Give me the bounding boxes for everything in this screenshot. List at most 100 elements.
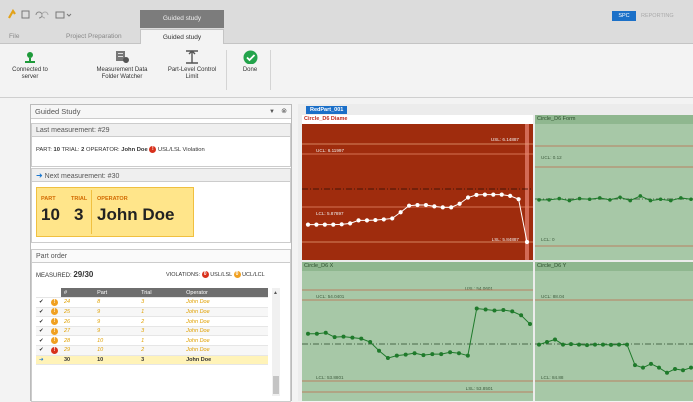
table-cell: 8 — [94, 297, 139, 308]
contextual-tab-header: Guided study — [140, 10, 224, 28]
part-order-table: # Part Trial Operator ✔! 24 8 3 John Doe ✔! 25… — [36, 288, 268, 366]
data-point — [331, 222, 336, 227]
table-cell: 29 — [61, 345, 95, 356]
violation-alert-icon: ! — [48, 345, 61, 356]
table-cell: 28 — [61, 335, 95, 347]
data-point — [314, 222, 319, 227]
data-point — [483, 307, 488, 312]
data-point — [577, 342, 581, 347]
data-point — [638, 194, 643, 198]
table-row[interactable]: ✔! 26 9 2 John Doe — [36, 316, 268, 327]
panel-title: Guided Study — [35, 107, 81, 116]
tab-guided-study[interactable]: Guided study — [140, 29, 224, 45]
data-point — [377, 348, 382, 353]
table-cell: 1 — [138, 307, 184, 318]
col-operator-header[interactable]: Operator — [183, 288, 268, 299]
table-row[interactable]: ✔! 25 9 1 John Doe — [36, 307, 268, 318]
table-row[interactable]: ✔! 28 10 1 John Doe — [36, 335, 268, 347]
data-point — [381, 217, 386, 222]
violations-summary: VIOLATIONS: 0 USL/LSL 0 UCL/LCL — [166, 271, 265, 278]
save-icon — [21, 10, 30, 19]
data-point — [390, 216, 395, 221]
col-part-header[interactable]: Part — [94, 288, 139, 299]
data-point — [474, 306, 479, 311]
reporting-button[interactable]: REPORTING — [641, 11, 674, 21]
customize-icon — [55, 11, 65, 19]
data-point — [577, 196, 582, 201]
data-point — [689, 365, 693, 370]
check-icon: ✔ — [36, 335, 48, 347]
pin-icon[interactable]: ⊗ — [281, 105, 287, 119]
ribbon: Connected to server Measurement Data Fol… — [0, 44, 693, 98]
col-trial-header[interactable]: Trial — [138, 288, 184, 299]
table-cell: 25 — [61, 307, 95, 318]
table-row[interactable]: ✔! 27 9 3 John Doe — [36, 326, 268, 337]
series-line — [308, 307, 531, 359]
table-cell: 3 — [138, 297, 184, 308]
data-point — [465, 353, 470, 358]
chevron-down-icon — [66, 13, 72, 17]
collapse-chevron-icon[interactable]: ▼ — [269, 105, 275, 119]
data-point — [625, 342, 629, 347]
folder-watcher-button[interactable]: Measurement Data Folder Watcher — [90, 50, 154, 81]
table-cell: 10 — [94, 335, 139, 347]
table-cell: 10 — [94, 355, 139, 366]
check-icon: ✔ — [36, 297, 48, 308]
trial-key: TRIAL: — [61, 147, 80, 154]
chart-panel-diameter[interactable]: Circle_D6 Diame USL: 6.14887 UCL: 6.1199… — [302, 115, 533, 260]
scroll-up-icon[interactable]: ▲ — [273, 290, 278, 296]
arrow-right-icon: ➜ — [36, 171, 43, 180]
chart-panel-x[interactable]: Circle_D6 X USL: 54.0601 UCL: 54.0401 LC… — [302, 262, 533, 401]
part-value: 10 — [53, 147, 60, 154]
data-point — [681, 368, 685, 373]
data-point — [430, 352, 435, 357]
data-point — [341, 334, 346, 339]
data-point — [569, 342, 573, 347]
spc-button[interactable]: SPC — [612, 11, 636, 21]
scrollbar-thumb[interactable] — [273, 376, 279, 394]
data-point — [641, 365, 645, 370]
data-point — [305, 222, 311, 227]
data-point — [439, 352, 444, 357]
connected-to-server-button[interactable]: Connected to server — [10, 50, 50, 81]
chart-panel-form[interactable]: Circle_D6 Form UCL: 0.12 LCL: 0 — [535, 115, 693, 260]
tab-file[interactable]: File — [3, 30, 25, 44]
data-point — [567, 198, 572, 203]
last-measurement-box: Last measurement: #29 PART: 10 TRIAL: 2 … — [31, 123, 291, 167]
data-point — [350, 335, 355, 340]
data-point — [465, 195, 471, 200]
data-point — [348, 221, 353, 226]
part-order-header: Part order — [32, 250, 290, 263]
data-point — [474, 192, 479, 198]
series-line — [539, 195, 692, 202]
usl-violation-count: 0 — [201, 271, 209, 278]
data-point — [423, 202, 429, 208]
chart-panel-y[interactable]: Circle_D6 Y UCL: 88.04 LCL: 84.88 — [535, 262, 693, 401]
next-part-key: PART — [41, 196, 56, 202]
table-row[interactable]: ➜ 30 10 3 John Doe — [36, 355, 268, 366]
next-measurement-card: PART 10 TRIAL 3 OPERATOR John Doe — [36, 187, 194, 237]
check-icon: ✔ — [36, 345, 48, 356]
data-point — [364, 218, 370, 223]
data-point — [609, 342, 613, 347]
data-point — [368, 340, 373, 345]
ribbon-tabs: File Project Preparation — [0, 30, 693, 44]
data-point — [332, 335, 337, 340]
done-button[interactable]: Done — [236, 50, 264, 74]
table-row[interactable]: ✔! 29 10 2 John Doe — [36, 345, 268, 356]
data-point — [593, 342, 597, 347]
table-scrollbar[interactable]: ▲ — [272, 288, 280, 396]
data-point — [323, 330, 328, 335]
control-limit-button[interactable]: Part-Level Control Limit — [163, 50, 221, 81]
usl-violation-label: USL/LSL — [210, 271, 233, 278]
data-point — [510, 309, 515, 314]
ucl-violation-label: UCL/LCL — [242, 271, 265, 278]
next-part-value: 10 — [41, 205, 60, 224]
table-cell: John Doe — [183, 326, 268, 337]
last-measurement-header: Last measurement: #29 — [32, 124, 290, 137]
col-number-header[interactable]: # — [61, 288, 95, 299]
data-point — [359, 336, 364, 341]
app-logo-icon — [8, 9, 16, 19]
table-row[interactable]: ✔! 24 8 3 John Doe — [36, 297, 268, 308]
tab-project-preparation[interactable]: Project Preparation — [60, 30, 128, 44]
